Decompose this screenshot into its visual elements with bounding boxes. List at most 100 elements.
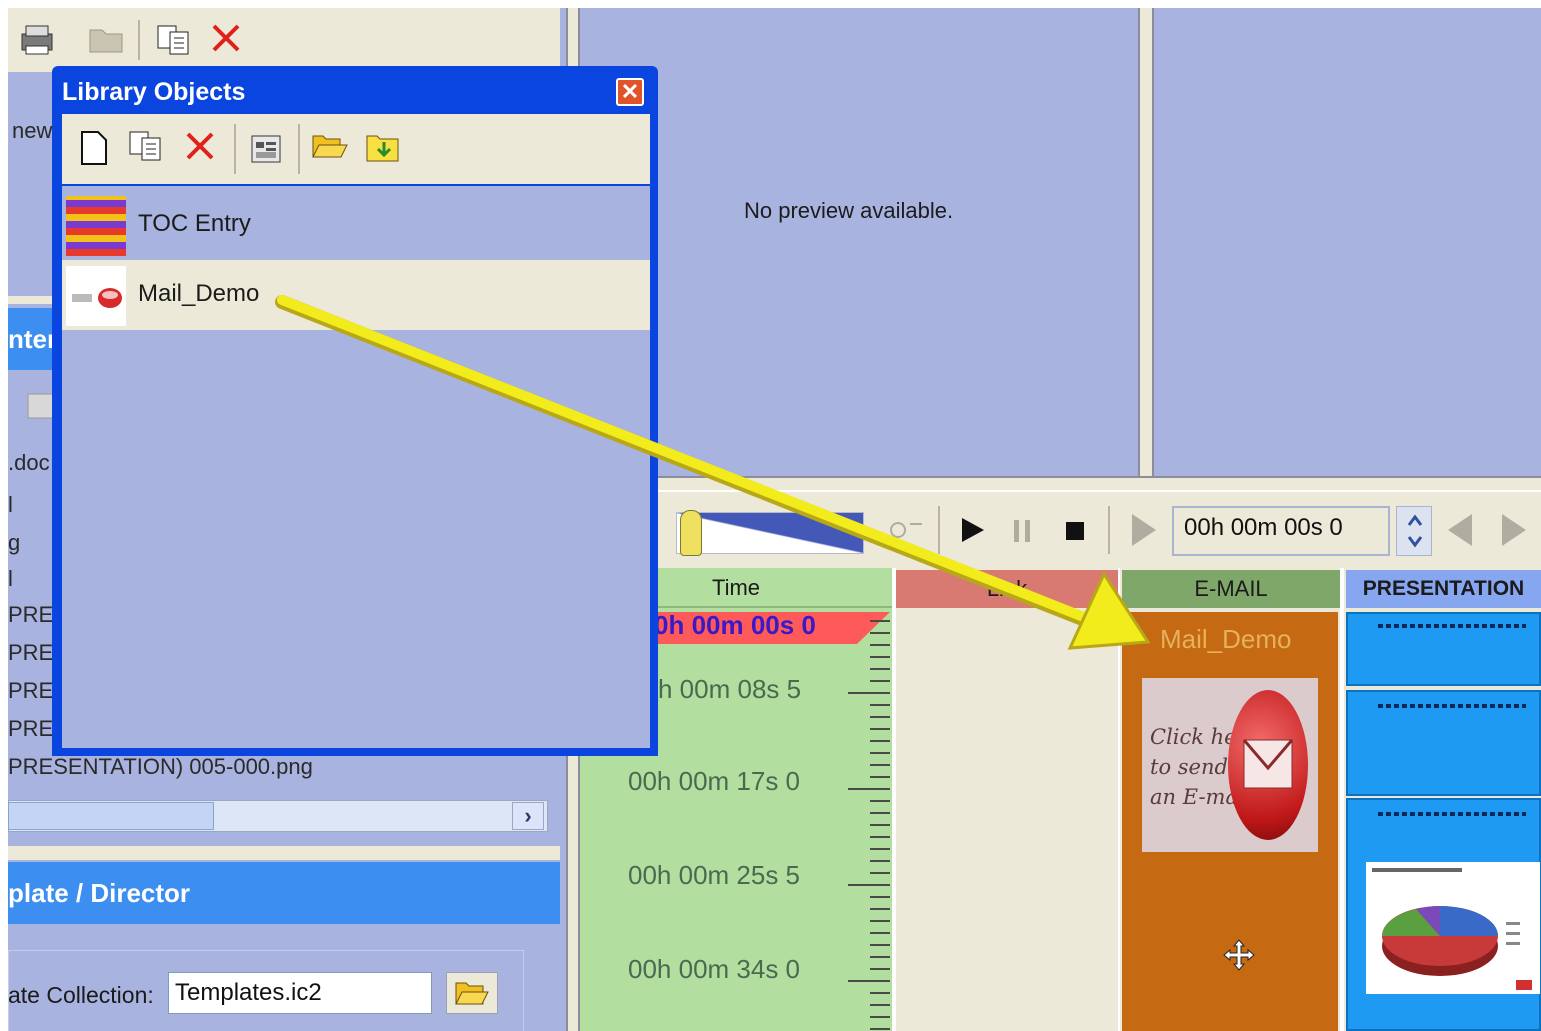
ruler-tick bbox=[870, 668, 890, 670]
list-item[interactable]: l bbox=[8, 566, 13, 592]
time-spinner[interactable] bbox=[1396, 506, 1432, 556]
list-item-label: Mail_Demo bbox=[138, 280, 260, 307]
toc-entry-icon bbox=[66, 196, 126, 256]
template-director-header[interactable]: plate / Director bbox=[8, 862, 560, 924]
ruler-tick bbox=[848, 692, 890, 694]
list-item-mail-demo[interactable]: Mail_Demo bbox=[62, 260, 650, 330]
ruler-tick bbox=[870, 740, 890, 742]
new-document-icon[interactable] bbox=[78, 130, 110, 166]
mail-demo-icon bbox=[66, 266, 126, 326]
properties-icon[interactable] bbox=[248, 128, 286, 166]
delete-icon[interactable] bbox=[182, 128, 218, 164]
pie-chart-thumbnail bbox=[1372, 868, 1532, 990]
ruler-tick bbox=[870, 872, 890, 874]
ruler-tick bbox=[870, 632, 890, 634]
list-item-toc-entry[interactable]: TOC Entry bbox=[62, 190, 650, 260]
envelope-button-icon bbox=[1228, 690, 1308, 840]
current-time-label: 0h 00m 00s 0 bbox=[654, 610, 816, 640]
presentation-slide-thumbnail bbox=[1366, 862, 1540, 994]
presentation-caption bbox=[1378, 812, 1526, 816]
content-header-label: nter bbox=[8, 324, 58, 354]
open-folder-icon bbox=[455, 982, 489, 1005]
template-collection-label: ate Collection: bbox=[8, 982, 154, 1008]
open-folder-icon[interactable] bbox=[310, 130, 350, 164]
ruler-tick bbox=[870, 752, 890, 754]
list-item-label: TOC Entry bbox=[138, 210, 251, 237]
ruler-tick bbox=[870, 992, 890, 994]
presentation-caption bbox=[1378, 624, 1526, 628]
dialog-title: Library Objects bbox=[62, 78, 246, 106]
envelope-icon bbox=[1242, 739, 1294, 789]
preview-area bbox=[580, 8, 1541, 488]
ruler-tick bbox=[870, 896, 890, 898]
list-item[interactable]: PRESENTATION) 005-000.png bbox=[8, 754, 313, 780]
ruler-tick bbox=[870, 932, 890, 934]
list-item[interactable]: g bbox=[8, 530, 20, 556]
spinner-arrows-icon bbox=[1407, 514, 1423, 548]
template-collection-field[interactable]: Templates.ic2 bbox=[168, 972, 432, 1014]
ruler-tick bbox=[870, 1028, 890, 1030]
column-header-email[interactable]: E-MAIL bbox=[1122, 570, 1340, 608]
template-header-label: plate / Director bbox=[8, 878, 191, 908]
ruler-tick bbox=[870, 764, 890, 766]
ruler-tick bbox=[870, 968, 890, 970]
ruler-tick bbox=[870, 848, 890, 850]
pause-icon[interactable] bbox=[1010, 518, 1036, 544]
slider-handle[interactable] bbox=[680, 510, 702, 556]
ruler-tick bbox=[870, 644, 890, 646]
print-icon[interactable] bbox=[16, 22, 58, 58]
ruler-tick bbox=[870, 812, 890, 814]
browse-button[interactable] bbox=[446, 972, 498, 1014]
play-icon[interactable] bbox=[958, 516, 988, 544]
email-block-title: Mail_Demo bbox=[1160, 624, 1292, 654]
previous-icon[interactable] bbox=[1444, 512, 1478, 548]
scrollbar-thumb[interactable] bbox=[8, 802, 214, 830]
speed-icon[interactable] bbox=[886, 514, 926, 544]
copy-icon[interactable] bbox=[154, 22, 194, 58]
time-display[interactable]: 00h 00m 00s 0 bbox=[1172, 506, 1390, 556]
copy-icon[interactable] bbox=[126, 128, 166, 164]
preview-message: No preview available. bbox=[744, 198, 954, 223]
time-label: h 00m 08s 5 bbox=[658, 674, 802, 704]
delete-icon[interactable] bbox=[208, 20, 244, 56]
pane-divider[interactable] bbox=[8, 846, 560, 860]
ruler-tick bbox=[870, 716, 890, 718]
time-label: 00h 00m 34s 0 bbox=[628, 954, 801, 984]
ruler-tick bbox=[870, 656, 890, 658]
ruler-tick bbox=[870, 824, 890, 826]
ruler-tick bbox=[870, 836, 890, 838]
import-icon[interactable] bbox=[364, 130, 404, 164]
step-forward-icon[interactable] bbox=[1126, 512, 1160, 548]
list-item[interactable]: l bbox=[8, 492, 13, 518]
horizontal-splitter[interactable] bbox=[580, 476, 1541, 490]
presentation-caption bbox=[1378, 704, 1526, 708]
ruler-tick bbox=[870, 680, 890, 682]
link-column bbox=[896, 568, 1118, 1031]
list-item[interactable]: .doc bbox=[8, 450, 50, 476]
ruler-tick bbox=[870, 776, 890, 778]
ruler-tick bbox=[870, 920, 890, 922]
scroll-right-icon[interactable]: › bbox=[512, 802, 544, 830]
preview-splitter[interactable] bbox=[1138, 8, 1154, 488]
column-header-link[interactable]: Link bbox=[896, 570, 1118, 608]
folder-icon[interactable] bbox=[86, 22, 126, 56]
next-icon[interactable] bbox=[1496, 512, 1530, 548]
ruler-tick bbox=[848, 788, 890, 790]
dialog-toolbar bbox=[62, 114, 650, 184]
stop-icon[interactable] bbox=[1062, 518, 1088, 544]
ruler-tick bbox=[848, 884, 890, 886]
left-toolbar bbox=[8, 8, 560, 72]
volume-slider[interactable] bbox=[676, 512, 864, 554]
partial-new-label: new bbox=[12, 118, 53, 143]
ruler-tick bbox=[870, 1004, 890, 1006]
ruler-tick bbox=[870, 908, 890, 910]
slider-fill bbox=[677, 513, 863, 553]
close-icon[interactable]: ✕ bbox=[616, 78, 644, 106]
ruler-tick bbox=[870, 860, 890, 862]
ruler-tick bbox=[870, 956, 890, 958]
ruler-tick bbox=[870, 1016, 890, 1018]
column-header-presentation[interactable]: PRESENTATION bbox=[1346, 570, 1541, 608]
ruler-tick bbox=[870, 728, 890, 730]
ruler-tick bbox=[870, 704, 890, 706]
move-cursor-icon bbox=[1222, 938, 1256, 972]
